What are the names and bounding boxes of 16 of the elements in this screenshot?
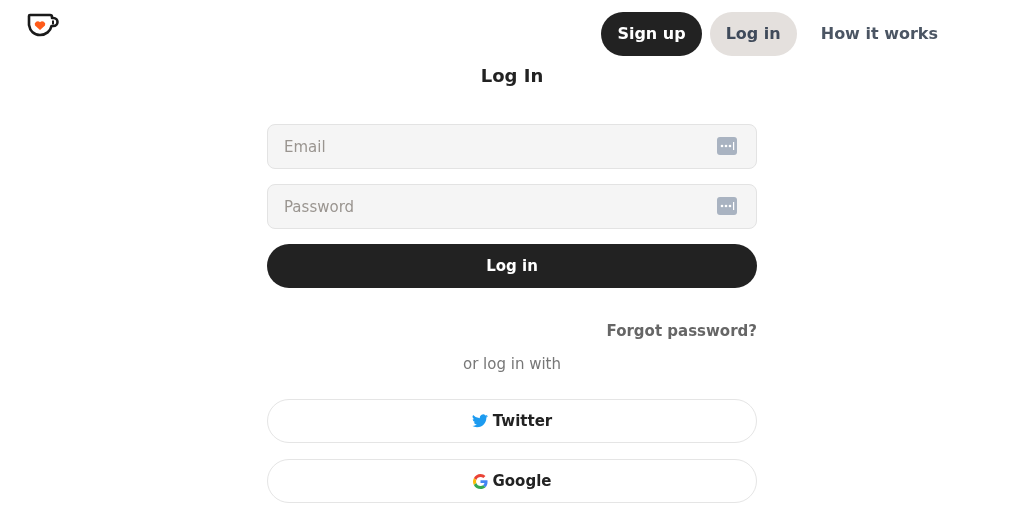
page-title: Log In [480,64,544,88]
divider-text: or log in with [463,353,561,375]
input-field[interactable]: Email [267,124,757,169]
nav-link[interactable]: How it works [804,12,954,56]
password-manager-icon[interactable] [717,137,737,155]
login-button[interactable]: Log in [267,244,757,288]
password-manager-icon[interactable] [717,197,737,215]
forgot-password-link[interactable]: Forgot password? [606,320,757,343]
google-g-icon [472,473,488,489]
social-login-button[interactable]: Twitter [267,399,757,443]
cup-logo[interactable] [27,12,59,38]
nav-button[interactable]: Sign up [601,12,702,56]
bird-icon [471,414,488,428]
nav-button[interactable]: Log in [709,12,797,56]
social-login-button[interactable]: Google [267,459,757,503]
input-field[interactable]: Password [267,184,757,229]
